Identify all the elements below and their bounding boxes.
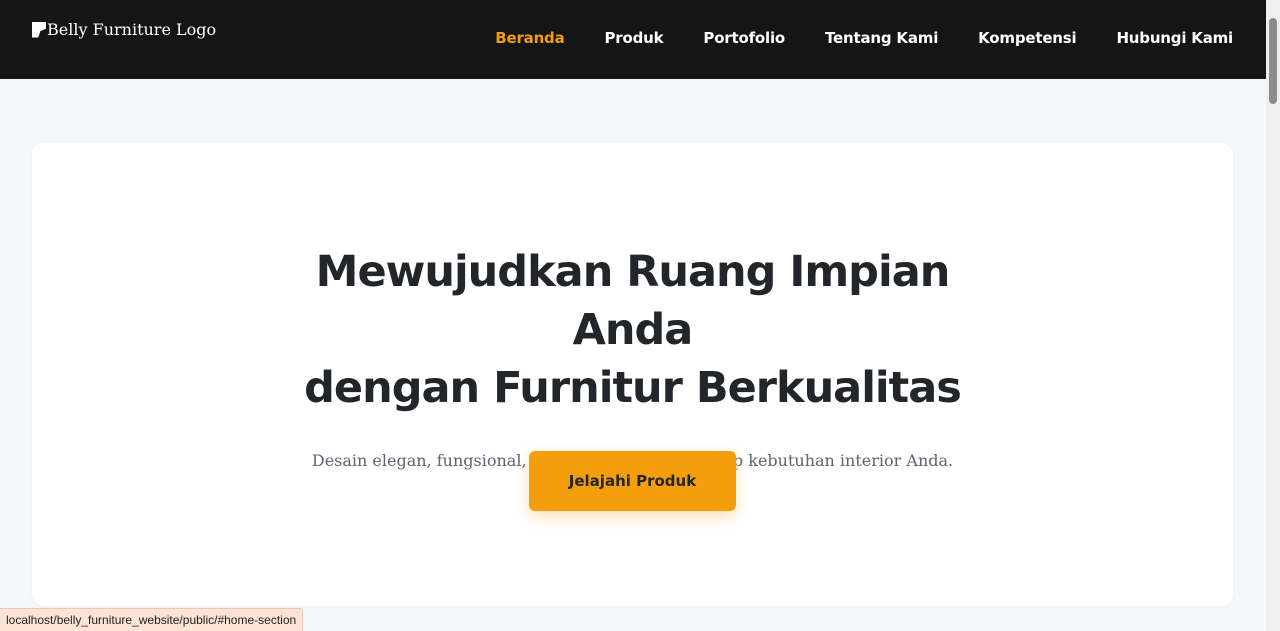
hero-title-line-2: dengan Furnitur Berkualitas: [304, 363, 962, 413]
logo-alt-text: Belly Furniture Logo: [47, 20, 217, 39]
vertical-scrollbar[interactable]: [1266, 0, 1280, 631]
hero-section: Mewujudkan Ruang Impian Anda dengan Furn…: [32, 143, 1233, 606]
nav-item-hubungi-kami[interactable]: Hubungi Kami: [1116, 29, 1233, 47]
hero-title-line-1: Mewujudkan Ruang Impian Anda: [315, 247, 951, 355]
hero-title: Mewujudkan Ruang Impian Anda dengan Furn…: [253, 243, 1013, 417]
explore-products-button[interactable]: Jelajahi Produk: [529, 451, 736, 511]
nav-item-beranda[interactable]: Beranda: [495, 29, 564, 47]
logo[interactable]: Belly Furniture Logo: [32, 20, 216, 39]
nav-item-portofolio[interactable]: Portofolio: [703, 29, 785, 47]
status-bar-url: localhost/belly_furniture_website/public…: [0, 608, 304, 631]
main-nav: Beranda Produk Portofolio Tentang Kami K…: [495, 29, 1233, 47]
nav-item-kompetensi[interactable]: Kompetensi: [978, 29, 1077, 47]
scrollbar-thumb[interactable]: [1269, 18, 1277, 104]
broken-image-icon: [32, 21, 46, 38]
navbar: Belly Furniture Logo Beranda Produk Port…: [0, 0, 1266, 79]
nav-item-produk[interactable]: Produk: [605, 29, 664, 47]
nav-item-tentang-kami[interactable]: Tentang Kami: [825, 29, 938, 47]
